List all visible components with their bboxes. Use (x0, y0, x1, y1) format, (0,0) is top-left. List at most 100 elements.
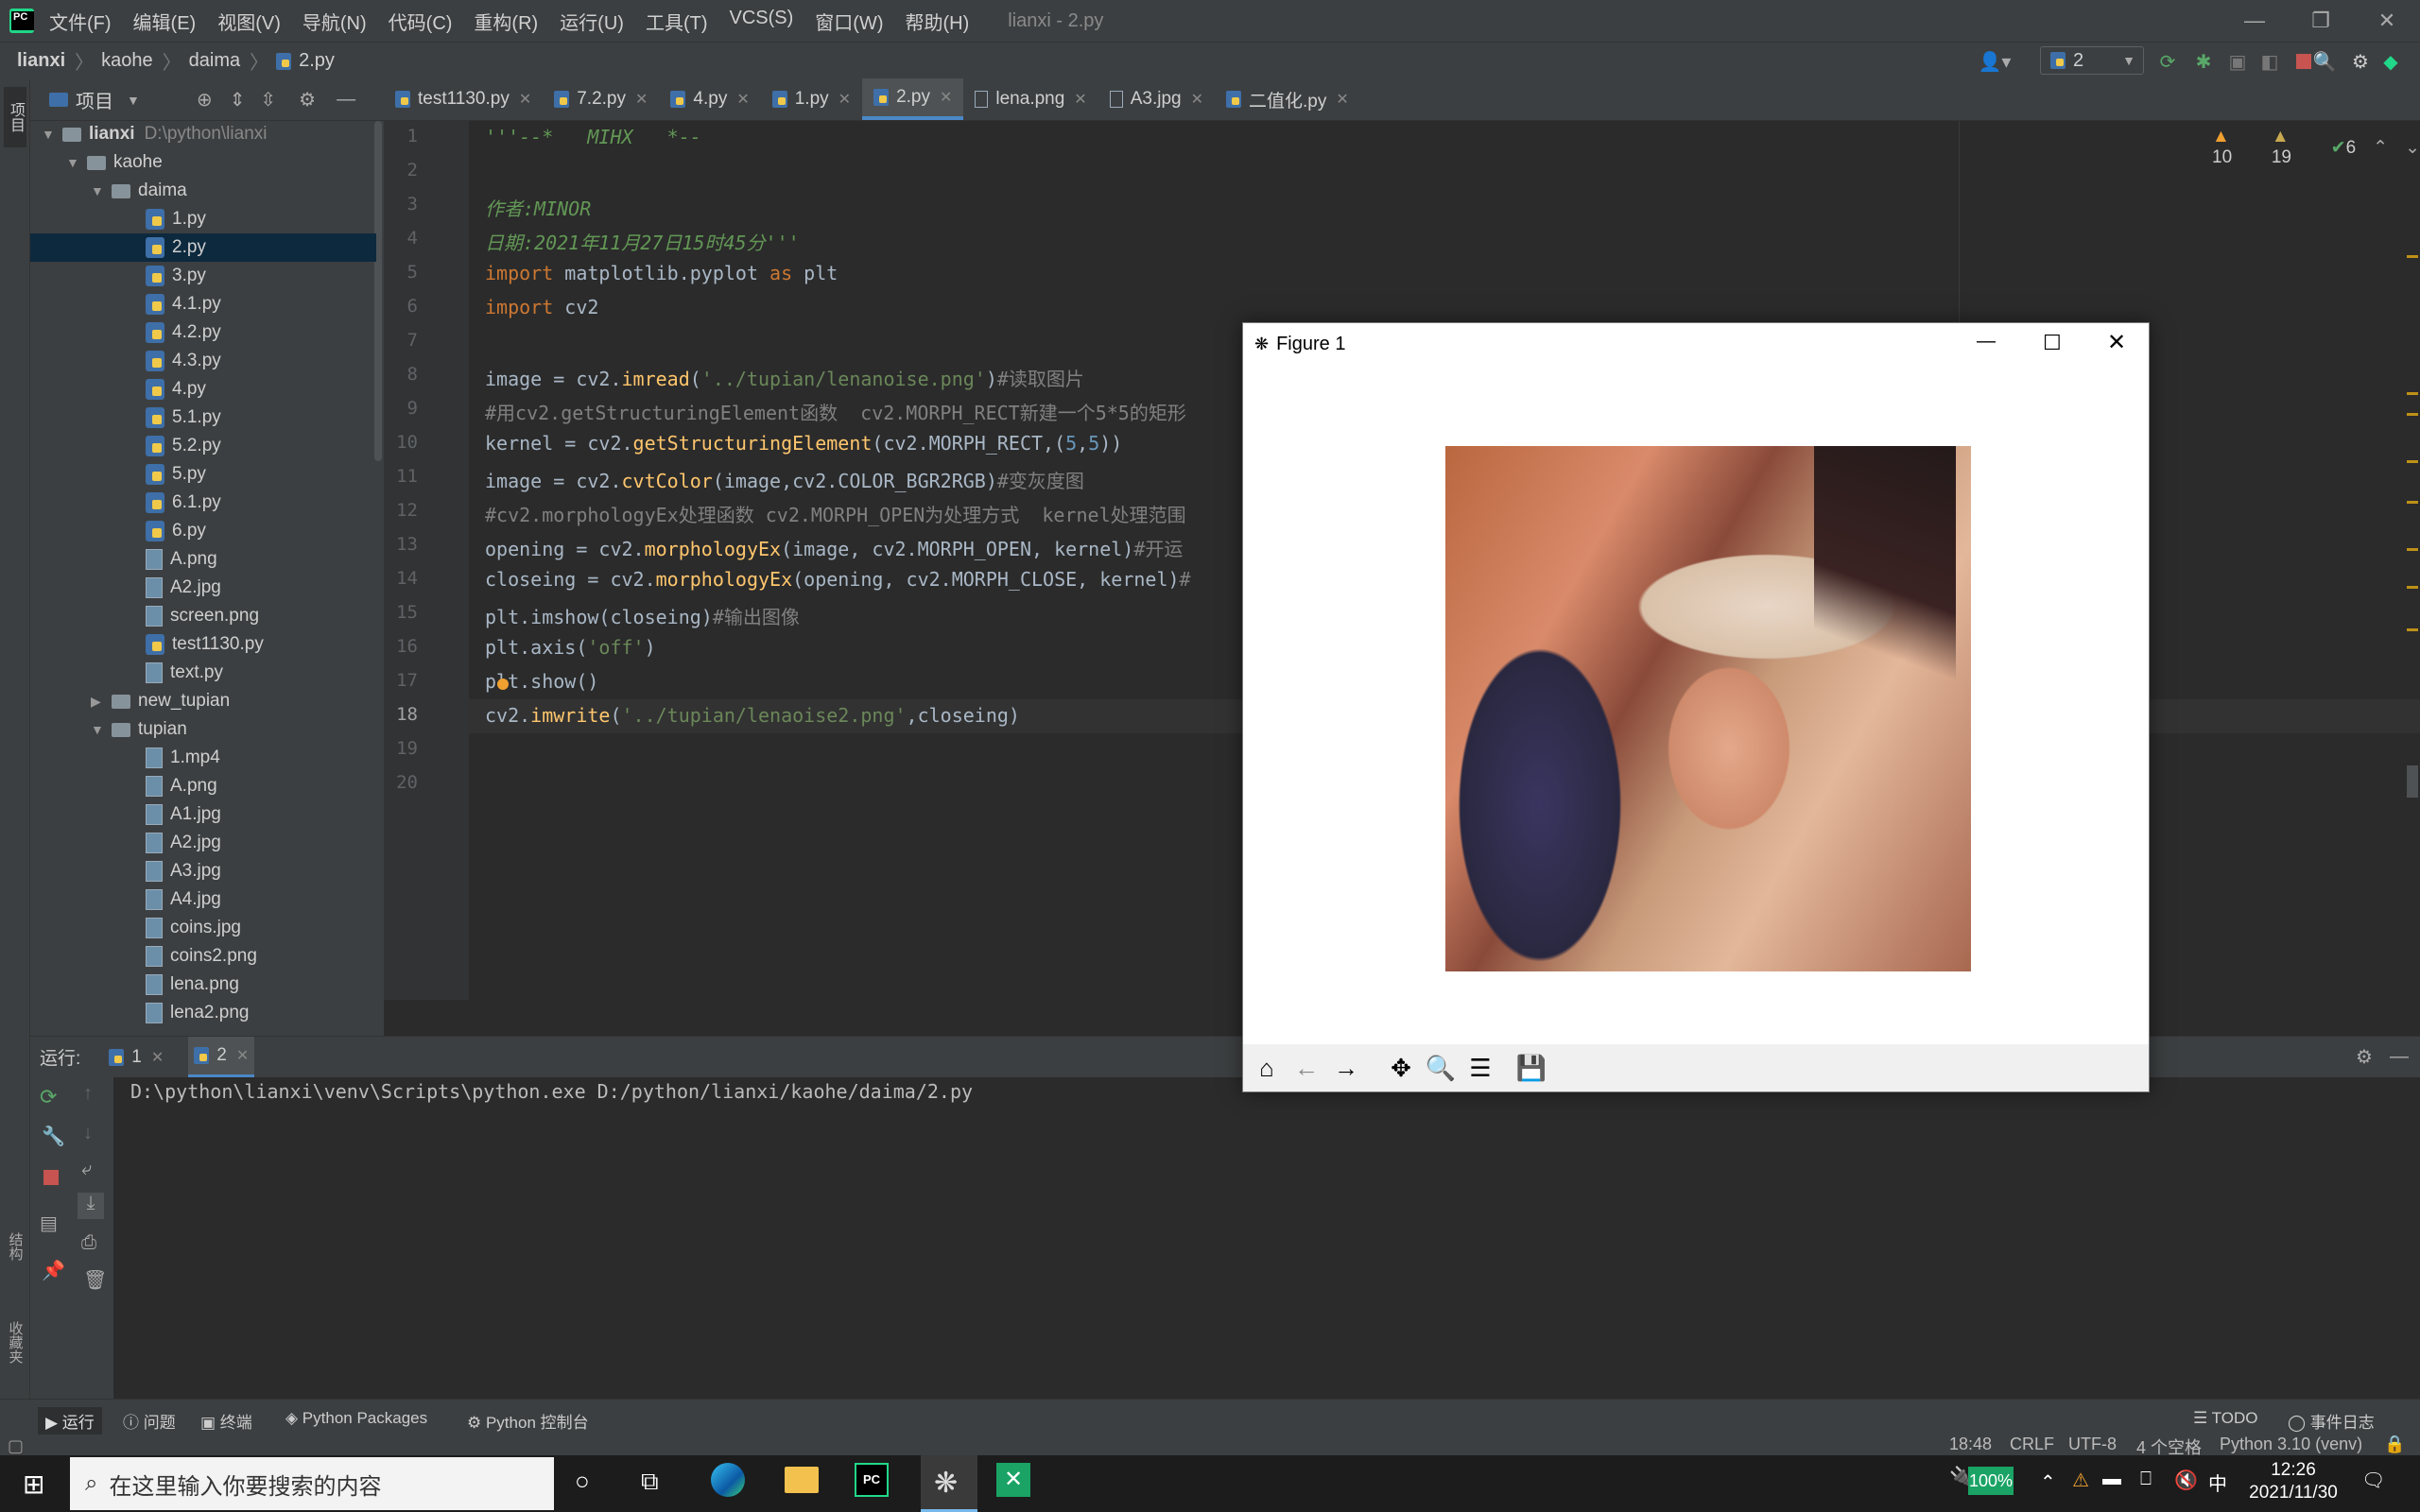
pycharm-taskbar-icon[interactable]: PC (855, 1463, 889, 1497)
tree-folder[interactable]: ▼ kaohe (66, 148, 163, 177)
zoom-icon[interactable]: 🔍 (1423, 1050, 1459, 1086)
tool-tab-run[interactable]: ▶ 运行 (38, 1407, 102, 1435)
edge-browser-icon[interactable] (711, 1463, 745, 1497)
tree-folder[interactable]: ▼ tupian (91, 715, 187, 744)
menu-navigate[interactable]: 导航(N) (302, 8, 367, 35)
tree-file[interactable]: coins2.png (146, 942, 257, 971)
ime-indicator[interactable]: 中 (2208, 1469, 2227, 1496)
arrow-up-icon[interactable]: ↑ (83, 1083, 93, 1105)
configure-subplots-icon[interactable]: ☰ (1462, 1050, 1498, 1086)
error-stripe-mark[interactable] (2407, 460, 2418, 463)
menu-file[interactable]: 文件(F) (49, 8, 112, 35)
tree-file[interactable]: A.png (146, 545, 217, 574)
battery-indicator[interactable]: 100% (1968, 1467, 2014, 1495)
breadcrumb-kaohe[interactable]: kaohe (101, 50, 153, 72)
run-console[interactable] (30, 1077, 2420, 1399)
hide-panel-icon[interactable]: — (2390, 1046, 2409, 1068)
gear-icon[interactable]: ⚙ (2348, 49, 2373, 74)
tree-file[interactable]: coins.jpg (146, 914, 241, 942)
tray-app-icon[interactable]: ▬ (2102, 1469, 2121, 1490)
inspection-widget[interactable]: ▲ 10 ▲ 19 ✔6 ⌃ ⌄ (2212, 127, 2420, 168)
menu-window[interactable]: 窗口(W) (815, 8, 883, 35)
scroll-to-end-icon[interactable]: ⤓ (78, 1193, 104, 1219)
run-tab-2[interactable]: 2 ✕ (188, 1036, 255, 1078)
minimize-icon[interactable]: — (2221, 0, 2288, 42)
trash-icon[interactable]: 🗑 (83, 1268, 107, 1292)
tree-file[interactable]: 2.py (146, 233, 206, 262)
lock-icon[interactable]: 🔒 (2384, 1435, 2405, 1454)
close-icon[interactable]: ✕ (940, 88, 952, 107)
tree-file[interactable]: 3.py (146, 262, 206, 290)
coverage-icon[interactable]: ▣ (2225, 49, 2250, 74)
tree-file[interactable]: A1.jpg (146, 800, 221, 829)
close-icon[interactable]: ✕ (151, 1048, 164, 1067)
error-stripe-mark[interactable] (2407, 413, 2418, 416)
tree-folder[interactable]: ▶ new_tupian (91, 687, 230, 715)
save-icon[interactable]: 💾 (1513, 1050, 1549, 1086)
stop-icon[interactable] (43, 1170, 59, 1185)
figure-window[interactable]: ❋ Figure 1 — ☐ ✕ ⌂ ← → ✥ 🔍 ☰ 💾 (1242, 322, 2150, 1092)
bulb-icon[interactable] (497, 679, 509, 690)
windows-start-icon[interactable]: ⊞ (23, 1469, 44, 1500)
pin-icon[interactable]: 📌 (42, 1259, 65, 1282)
xmind-icon[interactable]: ✕ (996, 1463, 1030, 1497)
line-separator[interactable]: CRLF (2010, 1435, 2054, 1454)
chevron-down-icon[interactable]: ▼ (127, 93, 140, 108)
tab-binarize[interactable]: 二值化.py ✕ (1215, 78, 1360, 120)
task-view-icon[interactable]: ⧉ (641, 1467, 659, 1497)
tree-file[interactable]: A2.jpg (146, 829, 221, 857)
tree-file[interactable]: 4.2.py (146, 318, 221, 347)
tree-file[interactable]: A2.jpg (146, 574, 221, 602)
close-icon[interactable]: ✕ (635, 90, 648, 109)
tree-file[interactable]: 1.mp4 (146, 744, 220, 772)
menu-run[interactable]: 运行(U) (560, 8, 624, 35)
tree-file[interactable]: 5.2.py (146, 432, 221, 460)
tab-4[interactable]: 4.py ✕ (659, 78, 760, 120)
tab-test1130[interactable]: test1130.py ✕ (384, 78, 543, 120)
tool-tab-event-log[interactable]: ◯ 事件日志 (2288, 1409, 2375, 1433)
error-stripe-mark[interactable] (2407, 255, 2418, 258)
clock[interactable]: 12:26 2021/11/30 (2237, 1459, 2350, 1504)
tab-a3[interactable]: A3.jpg ✕ (1098, 78, 1215, 120)
tree-file[interactable]: A4.jpg (146, 885, 221, 914)
taskbar-search-box[interactable]: ⌕ 在这里输入你要搜索的内容 (70, 1457, 554, 1510)
tree-file[interactable]: screen.png (146, 602, 259, 630)
run-config-select[interactable]: 2 ▼ (2040, 46, 2144, 75)
error-stripe-mark[interactable] (2407, 501, 2418, 504)
tree-file[interactable]: 5.py (146, 460, 206, 489)
expand-all-icon[interactable]: ⇕ (230, 88, 246, 112)
tree-file[interactable]: 4.3.py (146, 347, 221, 375)
tab-2[interactable]: 2.py ✕ (862, 78, 964, 120)
tree-file[interactable]: lena.png (146, 971, 239, 999)
rerun-icon[interactable]: ⟳ (40, 1085, 57, 1109)
collapse-all-icon[interactable]: ⇳ (260, 88, 276, 112)
close-icon[interactable]: ✕ (1074, 90, 1086, 109)
network-icon[interactable]: ⎕ (2140, 1469, 2152, 1490)
run-tab-1[interactable]: 1 ✕ (109, 1047, 164, 1068)
menu-edit[interactable]: 编辑(E) (133, 8, 197, 35)
error-stripe-mark[interactable] (2407, 586, 2418, 589)
tool-tab-console[interactable]: ⚙ Python 控制台 (467, 1409, 589, 1433)
file-explorer-icon[interactable] (785, 1467, 819, 1493)
tool-tab-terminal[interactable]: ▣ 终端 (200, 1409, 252, 1433)
layout-icon[interactable]: ▤ (40, 1211, 58, 1235)
menu-view[interactable]: 视图(V) (217, 8, 281, 35)
project-stripe-button[interactable]: 项目 (4, 87, 26, 147)
python-figure-taskbar-item[interactable]: ❋ (921, 1455, 977, 1512)
cortana-icon[interactable]: ○ (575, 1467, 590, 1496)
close-icon[interactable]: ✕ (2354, 0, 2420, 42)
tree-file[interactable]: 4.1.py (146, 290, 221, 318)
home-icon[interactable]: ⌂ (1249, 1050, 1285, 1086)
gear-icon[interactable]: ⚙ (2356, 1045, 2373, 1069)
tree-file[interactable]: A3.jpg (146, 857, 221, 885)
menu-refactor[interactable]: 重构(R) (474, 8, 538, 35)
gear-icon[interactable]: ⚙ (299, 88, 316, 112)
search-icon[interactable]: 🔍 (2312, 49, 2337, 74)
close-icon[interactable]: ✕ (236, 1046, 249, 1065)
forward-arrow-icon[interactable]: → (1328, 1050, 1364, 1086)
menu-tools[interactable]: 工具(T) (646, 8, 708, 35)
maximize-icon[interactable]: ☐ (2043, 331, 2062, 355)
tree-file[interactable]: 1.py (146, 205, 206, 233)
tab-1[interactable]: 1.py ✕ (761, 78, 862, 120)
tool-tab-todo[interactable]: ☰ TODO (2193, 1409, 2257, 1428)
